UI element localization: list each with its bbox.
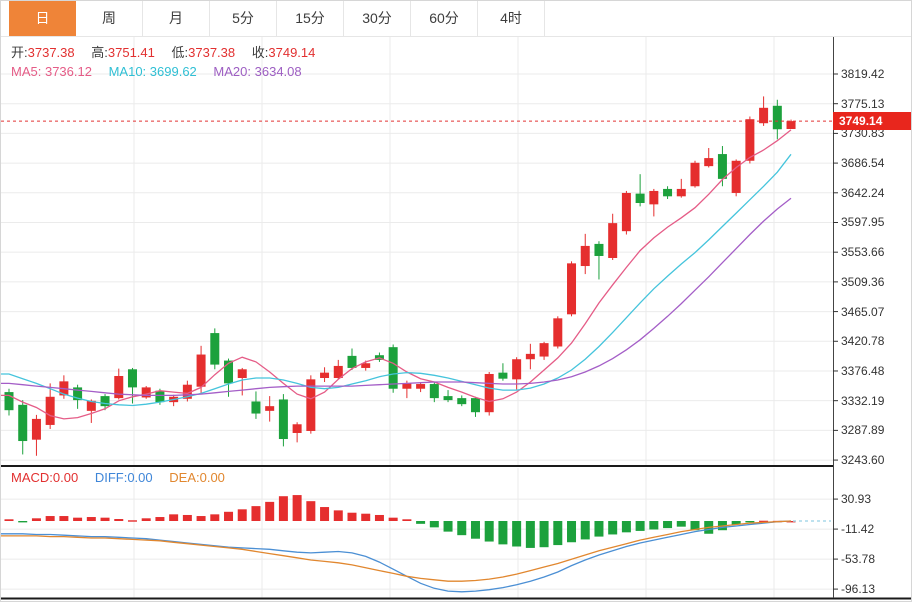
y-axis-label: 3775.13 bbox=[841, 97, 884, 111]
ma20-value: 3634.08 bbox=[255, 64, 302, 79]
y-axis-label: 3819.42 bbox=[841, 67, 884, 81]
y-axis-label: 3332.19 bbox=[841, 394, 884, 408]
ma10-label: MA10: bbox=[109, 64, 147, 79]
y-axis-label: 3553.66 bbox=[841, 245, 884, 259]
ohlc-info: 开:3737.38 高:3751.41 低:3737.38 收:3749.14 … bbox=[11, 43, 315, 81]
diff-label: DIFF: bbox=[95, 470, 128, 485]
tab-week[interactable]: 周 bbox=[76, 1, 143, 36]
kline-chart-window: 日周月5分15分30分60分4时 开:3737.38 高:3751.41 低:3… bbox=[0, 0, 912, 602]
ma5-value: 3736.12 bbox=[45, 64, 92, 79]
macd-info: MACD:0.00 DIFF:0.00 DEA:0.00 bbox=[11, 470, 225, 485]
open-value: 3737.38 bbox=[28, 45, 75, 60]
tab-m30[interactable]: 30分 bbox=[344, 1, 411, 36]
ma-row: MA5: 3736.12 MA10: 3699.62 MA20: 3634.08 bbox=[11, 62, 315, 81]
y-axis-label: 3642.24 bbox=[841, 186, 884, 200]
y-axis-label: 3376.48 bbox=[841, 364, 884, 378]
y-axis-label: -96.13 bbox=[841, 582, 875, 596]
low-label: 低: bbox=[172, 45, 189, 60]
y-axis-label: 3287.89 bbox=[841, 423, 884, 437]
low-value: 3737.38 bbox=[188, 45, 235, 60]
y-axis-label: 3465.07 bbox=[841, 305, 884, 319]
tab-m15[interactable]: 15分 bbox=[277, 1, 344, 36]
ma20-label: MA20: bbox=[213, 64, 251, 79]
tab-day[interactable]: 日 bbox=[9, 1, 76, 36]
y-axis-label: 3509.36 bbox=[841, 275, 884, 289]
period-tabbar: 日周月5分15分30分60分4时 bbox=[1, 1, 911, 37]
tab-m60[interactable]: 60分 bbox=[411, 1, 478, 36]
y-axis-label: 30.93 bbox=[841, 492, 871, 506]
y-axis-label: 3597.95 bbox=[841, 215, 884, 229]
close-label: 收: bbox=[252, 45, 269, 60]
open-label: 开: bbox=[11, 45, 28, 60]
tab-m5[interactable]: 5分 bbox=[210, 1, 277, 36]
macd-value: 0.00 bbox=[53, 470, 78, 485]
ma5-label: MA5: bbox=[11, 64, 41, 79]
tab-month[interactable]: 月 bbox=[143, 1, 210, 36]
y-axis-label: 3243.60 bbox=[841, 453, 884, 467]
macd-label: MACD: bbox=[11, 470, 53, 485]
diff-value: 0.00 bbox=[127, 470, 152, 485]
dea-label: DEA: bbox=[169, 470, 199, 485]
dea-value: 0.00 bbox=[200, 470, 225, 485]
close-value: 3749.14 bbox=[268, 45, 315, 60]
ma10-value: 3699.62 bbox=[150, 64, 197, 79]
high-value: 3751.41 bbox=[108, 45, 155, 60]
ohlc-row: 开:3737.38 高:3751.41 低:3737.38 收:3749.14 bbox=[11, 43, 315, 62]
y-axis-label: -11.42 bbox=[841, 522, 874, 536]
chart-canvas[interactable] bbox=[1, 1, 912, 602]
y-axis-label: 3420.78 bbox=[841, 334, 884, 348]
high-label: 高: bbox=[91, 45, 108, 60]
y-axis-label: -53.78 bbox=[841, 552, 875, 566]
last-price-tag: 3749.14 bbox=[833, 112, 911, 130]
tab-h4[interactable]: 4时 bbox=[478, 1, 545, 36]
y-axis-label: 3686.54 bbox=[841, 156, 884, 170]
